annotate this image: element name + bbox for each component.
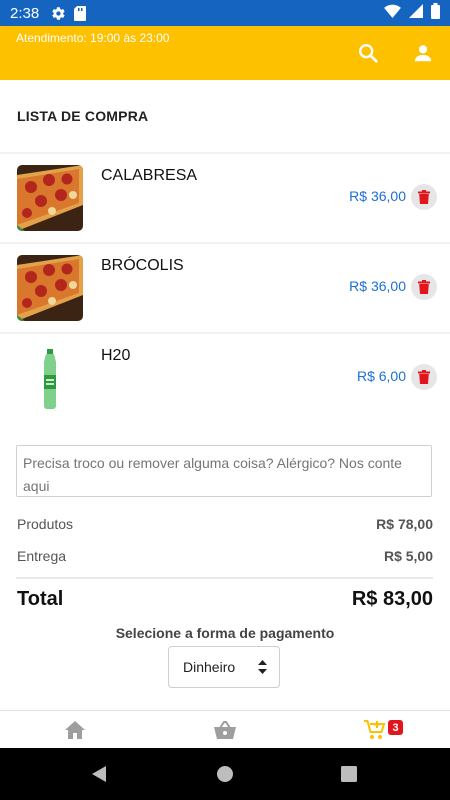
search-button[interactable] <box>355 40 381 66</box>
cart-icon <box>364 720 386 739</box>
cart-content: LISTA DE COMPRA CALABRESA R$ 36,00 BRÓCO… <box>0 80 450 710</box>
delete-item-button[interactable] <box>411 364 437 390</box>
user-button[interactable] <box>410 40 436 66</box>
products-row: Produtos R$ 78,00 <box>17 516 433 532</box>
bottom-tab-bar: 3 <box>0 710 450 748</box>
delete-item-button[interactable] <box>411 184 437 210</box>
status-bar: 2:38 <box>0 0 450 26</box>
payment-method-select[interactable]: Dinheiro <box>168 646 280 688</box>
trash-icon <box>418 190 430 204</box>
products-label: Produtos <box>17 516 74 532</box>
item-price: R$ 36,00 <box>349 278 406 294</box>
pizza-image <box>17 255 83 321</box>
cart-item: CALABRESA R$ 36,00 <box>0 154 450 242</box>
sort-arrows-icon <box>258 660 267 674</box>
app-header: Atendimento: 19:00 às 23:00 <box>0 26 450 80</box>
basket-icon <box>214 721 236 739</box>
sd-card-icon <box>74 5 87 21</box>
total-row: Total R$ 83,00 <box>17 588 433 611</box>
delivery-row: Entrega R$ 5,00 <box>17 548 433 564</box>
cart-item: BRÓCOLIS R$ 36,00 <box>0 244 450 332</box>
delete-item-button[interactable] <box>411 274 437 300</box>
delivery-value: R$ 5,00 <box>383 548 433 564</box>
search-icon <box>359 44 378 63</box>
payment-label: Selecione a forma de pagamento <box>115 625 335 641</box>
status-time: 2:38 <box>10 4 40 22</box>
item-name: CALABRESA <box>101 167 198 184</box>
pizza-image <box>17 165 83 231</box>
back-button[interactable] <box>87 762 111 786</box>
trash-icon <box>418 280 430 294</box>
item-price: R$ 6,00 <box>356 368 406 384</box>
back-triangle-icon <box>92 766 106 782</box>
item-price: R$ 36,00 <box>349 188 406 204</box>
total-value: R$ 83,00 <box>351 588 433 610</box>
home-nav-button[interactable] <box>213 762 237 786</box>
signal-icon <box>409 3 423 23</box>
tab-cart[interactable] <box>300 711 450 749</box>
home-icon <box>65 721 85 739</box>
opening-hours: Atendimento: 19:00 às 23:00 <box>16 31 170 45</box>
recent-square-icon <box>341 766 357 782</box>
tab-home[interactable] <box>0 711 150 749</box>
home-circle-icon <box>217 766 233 782</box>
delivery-label: Entrega <box>17 548 67 564</box>
total-label: Total <box>17 588 64 610</box>
item-name: H20 <box>101 347 131 364</box>
trash-icon <box>418 370 430 384</box>
products-value: R$ 78,00 <box>376 516 433 532</box>
divider <box>16 577 433 579</box>
wifi-icon <box>384 4 401 23</box>
cart-title: LISTA DE COMPRA <box>0 80 450 152</box>
order-summary: Produtos R$ 78,00 Entrega R$ 5,00 Total … <box>0 422 450 710</box>
user-icon <box>414 45 432 62</box>
item-name: BRÓCOLIS <box>101 257 184 274</box>
payment-selected: Dinheiro <box>183 659 236 675</box>
order-note-input[interactable] <box>16 445 432 497</box>
battery-icon <box>431 2 440 24</box>
bottle-image <box>17 345 83 411</box>
tab-basket[interactable] <box>150 711 300 749</box>
system-nav-bar <box>0 748 450 800</box>
gear-icon <box>51 6 66 21</box>
recent-apps-button[interactable] <box>337 762 361 786</box>
cart-item: H20 R$ 6,00 <box>0 334 450 422</box>
cart-count-badge: 3 <box>388 720 403 735</box>
